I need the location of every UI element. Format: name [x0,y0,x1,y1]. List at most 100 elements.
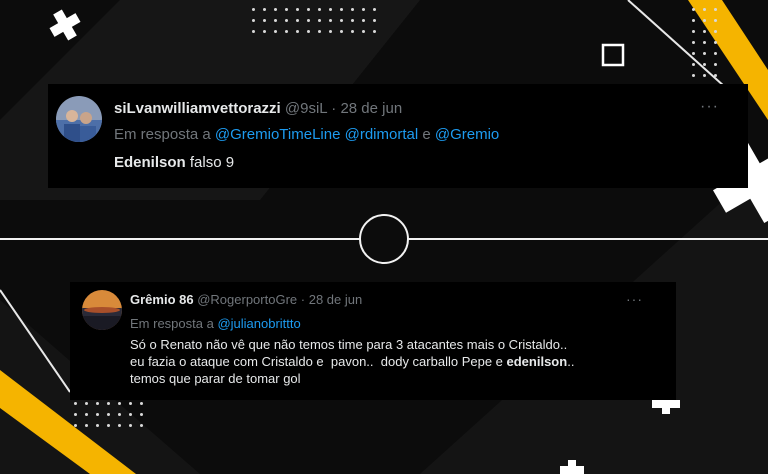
more-options-icon[interactable]: ··· [626,292,643,306]
dot [285,30,288,33]
dot [263,8,266,11]
dot [703,63,706,66]
dot [340,30,343,33]
dot [318,30,321,33]
tweet-header: siLvanwilliamvettorazzi @9siL · 28 de ju… [114,100,402,117]
tweet-text-part: eu fazia o ataque com Cristaldo e pavon.… [130,354,507,369]
dot [340,8,343,11]
dot [252,8,255,11]
dot [714,41,717,44]
dot [107,424,110,427]
dot [692,74,695,77]
more-options-icon[interactable]: ··· [700,99,719,115]
mention-link[interactable]: @julianobrittto [217,316,300,331]
display-name[interactable]: siLvanwilliamvettorazzi [114,100,281,117]
dot [692,63,695,66]
dot [85,424,88,427]
dot [714,30,717,33]
dot [714,8,717,11]
tweet-card-2[interactable]: Grêmio 86 @RogerportoGre · 28 de jun ···… [70,282,676,400]
tweet-text-bold: edenilson [506,354,568,369]
tweet-text-line: Só o Renato não vê que não temos time pa… [130,337,568,352]
dot [351,8,354,11]
dot [692,52,695,55]
tweet-text: Edenilson falso 9 [114,154,234,171]
dot [703,30,706,33]
dot [74,402,77,405]
dot [296,30,299,33]
dot [129,402,132,405]
dot [703,41,706,44]
handle[interactable]: @9siL [285,100,327,117]
tweet-text-rest: falso 9 [185,154,235,171]
dot [74,424,77,427]
mention-link[interactable]: @GremioTimeLine [215,126,341,143]
tweet-date[interactable]: 28 de jun [340,100,402,117]
dot [307,30,310,33]
dot [85,402,88,405]
dot [373,8,376,11]
avatar[interactable] [56,96,102,142]
dot [285,19,288,22]
dot-grid-bottom-left [74,402,154,432]
tweet-date[interactable]: 28 de jun [309,292,363,307]
dot [107,413,110,416]
tweet-header: Grêmio 86 @RogerportoGre · 28 de jun [130,292,362,307]
dot [96,413,99,416]
dot [118,424,121,427]
dot [307,19,310,22]
dot [714,52,717,55]
reply-prefix: Em resposta a [130,316,214,331]
dot [373,19,376,22]
dot [140,402,143,405]
dot [373,30,376,33]
dot [274,8,277,11]
dot [274,30,277,33]
dot [140,413,143,416]
dot [318,19,321,22]
dot [129,413,132,416]
mention-link[interactable]: @Gremio [435,126,499,143]
dot [362,8,365,11]
dot-grid-top [252,8,382,44]
square-outline-shape [601,43,625,67]
dot [318,8,321,11]
handle[interactable]: @RogerportoGre [197,292,297,307]
dot [296,19,299,22]
mention-link[interactable]: @rdimortal [345,126,419,143]
dot [692,8,695,11]
dot [263,19,266,22]
dot [692,41,695,44]
plus-shape-top-left [49,9,81,41]
dot [274,19,277,22]
dot [96,402,99,405]
tweet-text-bold: Edenilson [114,154,186,171]
dot [252,19,255,22]
dot [129,424,132,427]
dot [296,8,299,11]
dot [118,413,121,416]
dot [307,8,310,11]
dot [329,19,332,22]
dot [118,402,121,405]
tweet-card-1[interactable]: siLvanwilliamvettorazzi @9siL · 28 de ju… [48,84,748,188]
tweet-text-line: eu fazia o ataque com Cristaldo e pavon.… [130,353,574,370]
avatar[interactable] [82,290,122,330]
dot [362,19,365,22]
reply-context: Em resposta a @GremioTimeLine @rdimortal… [114,126,499,143]
dot [703,8,706,11]
dot [107,402,110,405]
dot [714,74,717,77]
dot [329,8,332,11]
dot [263,30,266,33]
tweet-text: Só o Renato não vê que não temos time pa… [130,336,574,387]
dot [340,19,343,22]
dot [703,74,706,77]
separator: · [331,100,337,117]
reply-prefix: Em resposta a [114,126,211,143]
dot [703,52,706,55]
dot [329,30,332,33]
tweet-text-part: .. [567,354,575,369]
dot [96,424,99,427]
display-name[interactable]: Grêmio 86 [130,292,194,307]
